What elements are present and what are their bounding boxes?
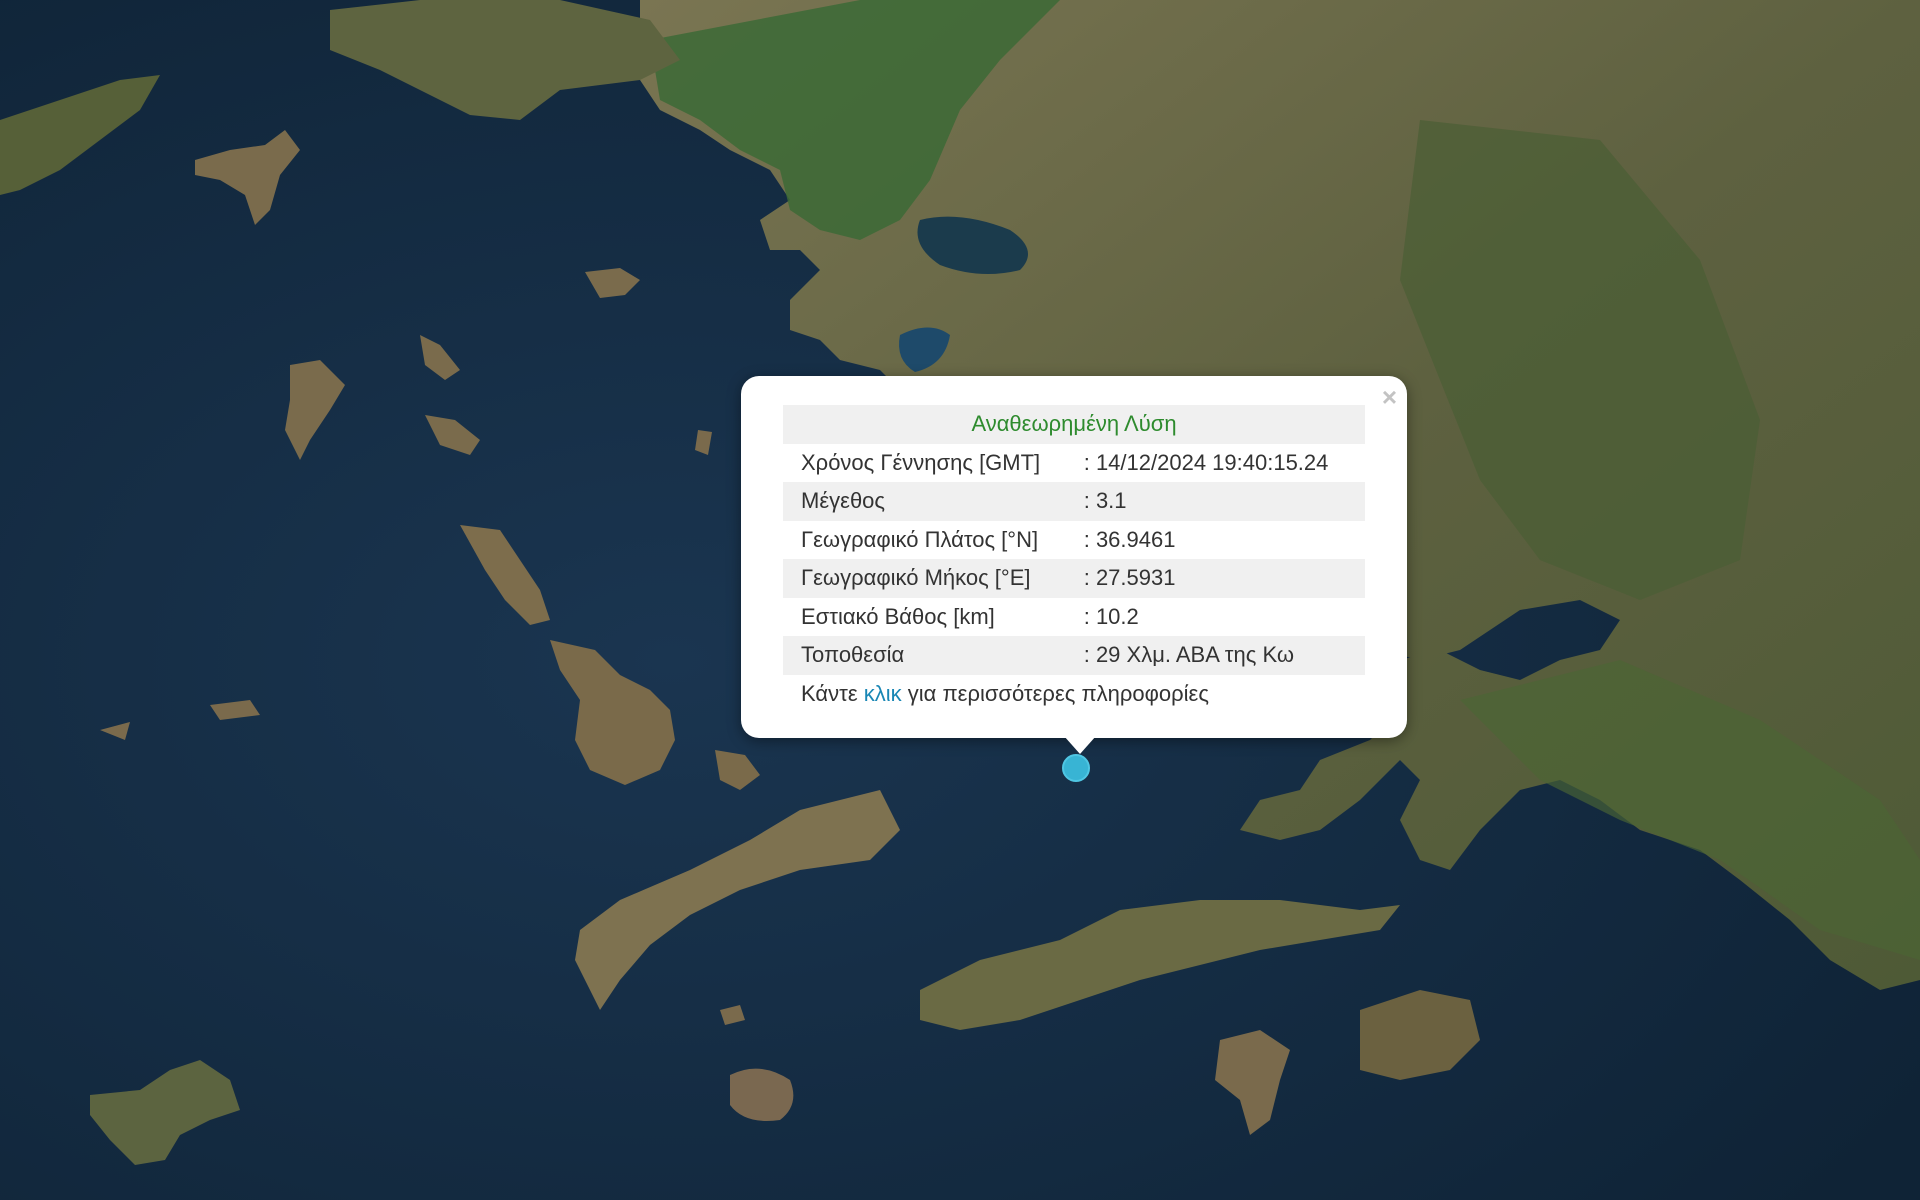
table-row: Τοποθεσία : 29 Χλμ. ΑΒΑ της Κω (783, 636, 1365, 675)
table-row: Γεωγραφικό Πλάτος [°N] : 36.9461 (783, 521, 1365, 560)
longitude-label: Γεωγραφικό Μήκος [°E] (783, 559, 1078, 598)
depth-value: : 10.2 (1083, 603, 1139, 629)
more-info-text: Κάντε κλικ για περισσότερες πληροφορίες (783, 674, 1365, 713)
latitude-value: : 36.9461 (1083, 526, 1176, 552)
earthquake-epicenter-marker[interactable] (1062, 754, 1090, 782)
depth-label: Εστιακό Βάθος [km] (801, 603, 995, 629)
table-row: Χρόνος Γέννησης [GMT] : 14/12/2024 19:40… (783, 444, 1365, 483)
origin-time-value: : 14/12/2024 19:40:15.24 (1083, 449, 1329, 475)
earthquake-info-popup: × Αναθεωρημένη Λύση Χρόνος Γέννησης [GMT… (741, 376, 1407, 738)
magnitude-value: : 3.1 (1077, 482, 1365, 521)
popup-title-row: Αναθεωρημένη Λύση (783, 405, 1365, 444)
earthquake-details-table: Αναθεωρημένη Λύση Χρόνος Γέννησης [GMT] … (783, 405, 1365, 713)
location-value: : 29 Χλμ. ΑΒΑ της Κω (1077, 636, 1365, 675)
origin-time-label: Χρόνος Γέννησης [GMT] (801, 449, 1041, 475)
island-nisyros (730, 1068, 794, 1121)
longitude-value: : 27.5931 (1077, 559, 1365, 598)
close-icon[interactable]: × (1382, 384, 1397, 410)
magnitude-label: Μέγεθος (783, 482, 1078, 521)
location-label: Τοποθεσία (783, 636, 1078, 675)
more-info-link[interactable]: κλικ (864, 681, 902, 706)
popup-tip (1064, 736, 1096, 754)
latitude-label: Γεωγραφικό Πλάτος [°N] (801, 526, 1039, 552)
more-info-prefix: Κάντε (801, 680, 864, 706)
table-row: Μέγεθος : 3.1 (783, 482, 1365, 521)
more-info-row: Κάντε κλικ για περισσότερες πληροφορίες (783, 674, 1365, 713)
table-row: Γεωγραφικό Μήκος [°E] : 27.5931 (783, 559, 1365, 598)
table-row: Εστιακό Βάθος [km] : 10.2 (783, 598, 1365, 637)
popup-title: Αναθεωρημένη Λύση (783, 405, 1365, 444)
more-info-suffix: για περισσότερες πληροφορίες (901, 680, 1209, 706)
